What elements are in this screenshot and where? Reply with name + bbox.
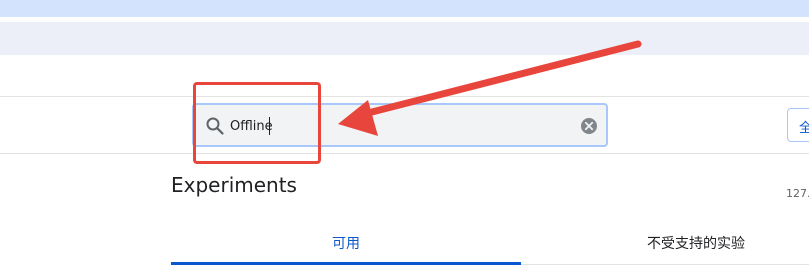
search-box[interactable] xyxy=(192,103,608,147)
clear-icon[interactable] xyxy=(580,117,598,135)
active-tab-indicator xyxy=(171,262,521,265)
browser-toolbar-strip xyxy=(0,22,809,55)
version-label: 127. xyxy=(786,187,809,200)
tab-unavailable[interactable]: 不受支持的实验 xyxy=(521,219,809,265)
page-title: Experiments xyxy=(171,173,297,197)
reset-all-button[interactable]: 全 xyxy=(787,108,809,142)
search-input[interactable] xyxy=(230,115,570,137)
browser-top-strip xyxy=(0,0,809,17)
search-icon xyxy=(206,117,224,135)
text-caret xyxy=(269,117,270,135)
tab-available[interactable]: 可用 xyxy=(171,219,521,265)
